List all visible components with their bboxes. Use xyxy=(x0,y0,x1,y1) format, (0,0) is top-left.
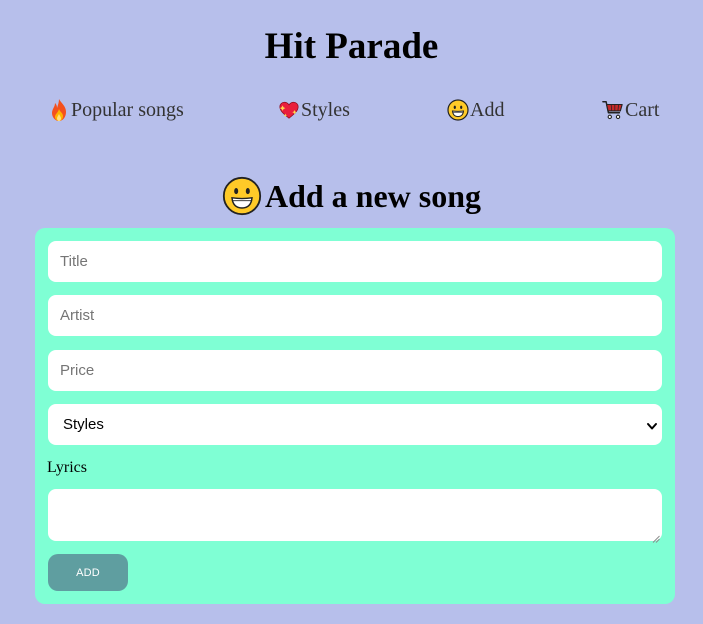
add-song-form: Styles Lyrics ADD xyxy=(35,228,675,604)
nav-item-popular-songs[interactable]: Popular songs xyxy=(48,96,184,124)
title-input[interactable] xyxy=(48,241,662,282)
lyrics-label: Lyrics xyxy=(47,459,87,476)
artist-input[interactable] xyxy=(48,295,662,336)
resize-grip-icon[interactable] xyxy=(652,530,660,543)
nav-label-cart: Cart xyxy=(625,99,660,121)
nav-item-styles[interactable]: Styles xyxy=(278,96,350,124)
nav-label-popular-songs: Popular songs xyxy=(71,99,184,121)
chevron-down-icon xyxy=(646,419,658,431)
nav-label-styles: Styles xyxy=(301,99,350,121)
add-button[interactable]: ADD xyxy=(48,554,128,591)
shopping-cart-icon xyxy=(602,98,624,122)
price-input[interactable] xyxy=(48,350,662,391)
page-heading-text: Add a new song xyxy=(264,178,482,214)
grinning-face-icon xyxy=(447,98,469,122)
sparkling-heart-icon xyxy=(278,98,300,122)
site-title: Hit Parade xyxy=(264,26,439,67)
style-select[interactable]: Styles xyxy=(48,404,662,445)
main-nav: Popular songs Styles Add Cart xyxy=(0,96,703,124)
page-heading: Add a new song xyxy=(0,176,703,216)
fire-icon xyxy=(48,98,70,122)
nav-label-add: Add xyxy=(470,99,505,121)
style-select-value: Styles xyxy=(63,416,104,433)
nav-item-cart[interactable]: Cart xyxy=(602,96,659,124)
lyrics-textarea[interactable] xyxy=(48,489,662,541)
grinning-face-icon xyxy=(222,176,262,216)
nav-item-add[interactable]: Add xyxy=(447,96,504,124)
